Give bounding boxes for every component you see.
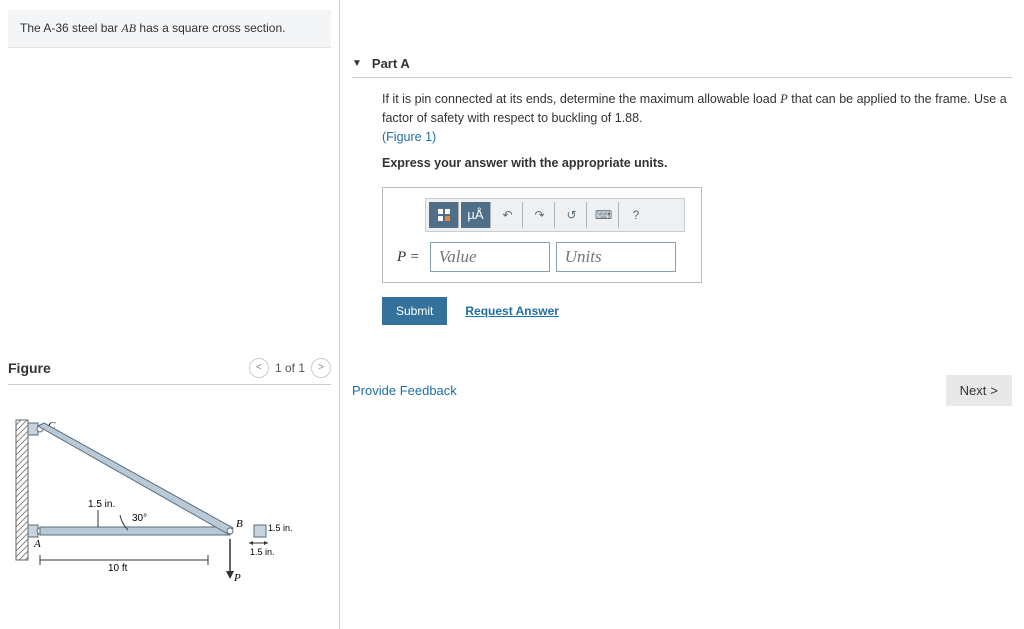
part-a-title: Part A — [372, 56, 410, 71]
undo-icon[interactable]: ↶ — [493, 202, 523, 228]
pager-prev-button[interactable]: < — [249, 358, 269, 378]
label-b: B — [236, 518, 243, 530]
answer-box: µÅ ↶ ↷ ↺ ⌨ ? P = — [382, 187, 702, 283]
figure-title: Figure — [8, 360, 51, 376]
right-pane: ▼ Part A If it is pin connected at its e… — [340, 0, 1024, 629]
reset-icon[interactable]: ↺ — [557, 202, 587, 228]
problem-prefix: The A-36 steel bar — [20, 21, 121, 35]
figure-section: Figure < 1 of 1 > — [8, 358, 331, 598]
units-input[interactable] — [556, 242, 676, 272]
pager-text: 1 of 1 — [275, 361, 305, 375]
left-pane: The A-36 steel bar AB has a square cross… — [0, 0, 340, 629]
figure-link[interactable]: (Figure 1) — [382, 128, 1012, 147]
part-a-text1a: If it is pin connected at its ends, dete… — [382, 92, 780, 106]
label-len: 10 ft — [108, 563, 128, 574]
label-p: P — [233, 572, 241, 584]
figure-header: Figure < 1 of 1 > — [8, 358, 331, 385]
submit-row: Submit Request Answer — [382, 297, 1012, 325]
figure-pager: < 1 of 1 > — [249, 358, 331, 378]
label-a: A — [33, 538, 41, 550]
request-answer-link[interactable]: Request Answer — [465, 302, 559, 320]
label-s2: 1.5 in. — [250, 547, 275, 557]
provide-feedback-link[interactable]: Provide Feedback — [352, 383, 457, 398]
keyboard-icon[interactable]: ⌨ — [589, 202, 619, 228]
part-a-text: If it is pin connected at its ends, dete… — [382, 90, 1012, 128]
eq-label: P = — [393, 246, 424, 269]
label-s1: 1.5 in. — [268, 523, 293, 533]
answer-toolbar: µÅ ↶ ↷ ↺ ⌨ ? — [425, 198, 685, 232]
collapse-icon: ▼ — [352, 58, 362, 69]
value-input[interactable] — [430, 242, 550, 272]
bottom-row: Provide Feedback Next > — [352, 375, 1012, 406]
units-icon[interactable]: µÅ — [461, 202, 491, 228]
next-label: Next — [960, 383, 987, 398]
input-row: P = — [393, 242, 691, 272]
next-button[interactable]: Next > — [946, 375, 1012, 406]
label-ang: 30° — [132, 513, 147, 524]
label-h: 1.5 in. — [88, 499, 115, 510]
problem-suffix: has a square cross section. — [136, 21, 285, 35]
problem-statement: The A-36 steel bar AB has a square cross… — [8, 10, 331, 48]
part-a-body: If it is pin connected at its ends, dete… — [352, 90, 1012, 325]
redo-icon[interactable]: ↷ — [525, 202, 555, 228]
submit-button[interactable]: Submit — [382, 297, 447, 325]
part-a-pvar: P — [780, 92, 788, 106]
chevron-right-icon: > — [990, 383, 998, 398]
instruction: Express your answer with the appropriate… — [382, 154, 1012, 173]
figure-body: C A B P — [8, 385, 331, 598]
problem-bar: AB — [121, 21, 136, 35]
part-a-header[interactable]: ▼ Part A — [352, 50, 1012, 78]
figure-svg: C A B P — [8, 415, 318, 595]
help-icon[interactable]: ? — [621, 202, 651, 228]
template-icon[interactable] — [429, 202, 459, 228]
pager-next-button[interactable]: > — [311, 358, 331, 378]
